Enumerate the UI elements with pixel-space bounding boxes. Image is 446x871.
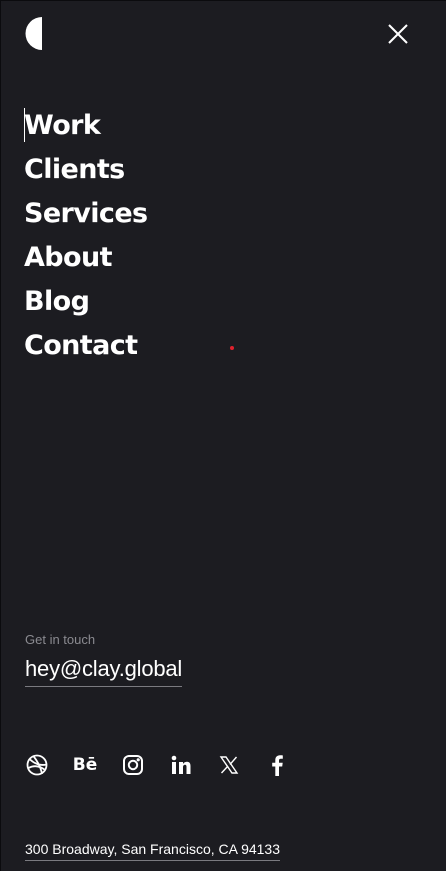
- get-in-touch-label: Get in touch: [25, 632, 96, 647]
- nav-link-clients[interactable]: Clients: [24, 154, 125, 185]
- main-nav: Work Clients Services About Blog Contact: [24, 104, 148, 368]
- email-link[interactable]: hey@clay.global: [25, 656, 182, 687]
- cursor-dot: [230, 346, 234, 350]
- social-links: Bē: [25, 753, 313, 777]
- nav-item-contact: Contact: [24, 324, 148, 368]
- nav-link-about[interactable]: About: [24, 242, 113, 273]
- instagram-icon[interactable]: [121, 753, 145, 777]
- nav-item-clients: Clients: [24, 148, 148, 192]
- nav-item-blog: Blog: [24, 280, 148, 324]
- facebook-icon[interactable]: [265, 753, 289, 777]
- behance-icon[interactable]: Bē: [72, 753, 98, 777]
- address-link[interactable]: 300 Broadway, San Francisco, CA 94133: [25, 841, 281, 861]
- text-caret: [24, 108, 25, 142]
- nav-item-services: Services: [24, 192, 148, 236]
- nav-link-services[interactable]: Services: [24, 198, 148, 229]
- x-icon[interactable]: [217, 753, 241, 777]
- dribbble-icon[interactable]: [25, 753, 49, 777]
- linkedin-icon[interactable]: [169, 753, 193, 777]
- nav-link-contact[interactable]: Contact: [24, 330, 138, 361]
- nav-item-about: About: [24, 236, 148, 280]
- behance-label: Bē: [72, 754, 98, 775]
- nav-link-blog[interactable]: Blog: [24, 286, 90, 317]
- close-icon[interactable]: [386, 22, 410, 46]
- nav-link-work[interactable]: Work: [24, 110, 101, 141]
- nav-item-work: Work: [24, 104, 148, 148]
- half-circle-logo[interactable]: [24, 17, 42, 50]
